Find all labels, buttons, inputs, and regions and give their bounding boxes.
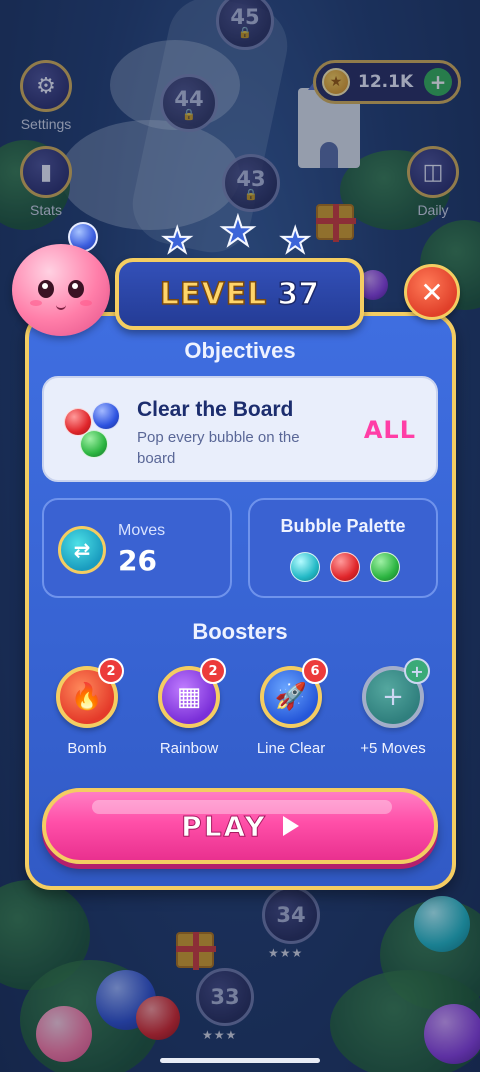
rocket-icon: 🚀 6 [260,658,328,728]
play-arrow-icon [282,816,299,836]
booster-count-badge: 2 [98,658,124,684]
booster-add-badge: + [404,658,430,684]
objective-title: Clear the Board [137,398,294,421]
pink-bubble-mascot [12,244,110,336]
bubble-palette-card: Bubble Palette [248,498,438,598]
moves-label: Moves [118,522,166,539]
objective-target: ALL [363,416,416,444]
teal-bubble-icon [290,552,320,582]
booster-rainbow[interactable]: ▦ 2 Rainbow [139,658,239,757]
level-word: LEVEL [159,276,268,313]
green-bubble-icon [370,552,400,582]
home-indicator[interactable] [160,1058,320,1063]
booster-plus-5-moves[interactable]: + + +5 Moves [343,658,443,757]
booster-label: +5 Moves [360,740,426,757]
swap-arrows-icon: ⇄ [58,526,106,574]
level-banner: LEVEL 37 [115,258,364,330]
level-number: 37 [277,276,320,313]
bubble-cluster-icon [62,400,122,460]
objectives-title: Objectives [184,338,296,363]
booster-label: Rainbow [159,740,219,757]
play-label: PLAY [181,809,267,843]
close-button[interactable]: ✕ [404,264,460,320]
moves-value: 26 [118,544,157,577]
booster-bomb[interactable]: 🔥 2 Bomb [37,658,137,757]
palette-colors [290,552,402,584]
boosters-title: Boosters [192,619,288,644]
star-icon: ★ [161,221,194,261]
palette-label: Bubble Palette [280,516,406,536]
booster-label: Bomb [67,740,107,757]
objective-card: Clear the Board Pop every bubble on the … [42,376,438,482]
flame-icon: 🔥 2 [56,658,124,728]
play-button[interactable]: PLAY [42,788,438,864]
booster-line-clear[interactable]: 🚀 6 Line Clear [241,658,341,757]
booster-label: Line Clear [256,740,326,757]
level-stars: ★ ★ ★ [160,209,320,262]
moves-card: ⇄ Moves 26 [42,498,232,598]
star-icon: ★ [219,209,257,255]
plus-icon: + + [362,658,430,728]
red-bubble-icon [330,552,360,582]
booster-count-badge: 2 [200,658,226,684]
booster-count-badge: 6 [302,658,328,684]
star-icon: ★ [279,221,312,261]
rainbow-grid-icon: ▦ 2 [158,658,226,728]
objective-description: Pop every bubble on the board [137,429,300,467]
close-icon: ✕ [420,275,444,309]
